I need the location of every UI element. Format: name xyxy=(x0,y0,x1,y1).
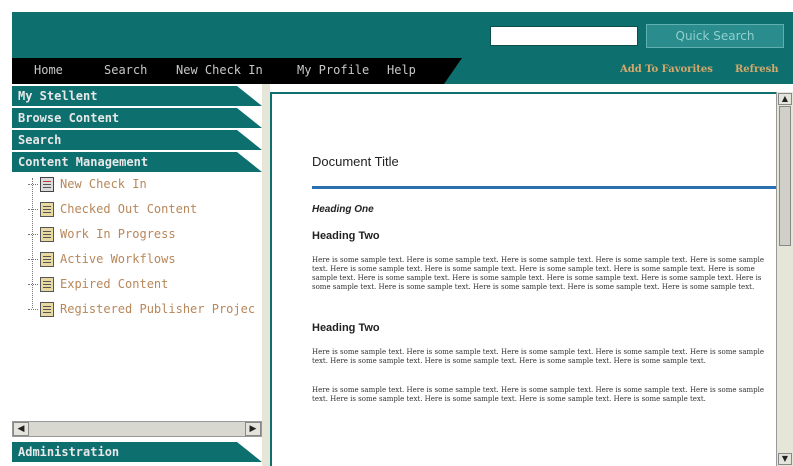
tree-item-label: Checked Out Content xyxy=(60,202,198,216)
document-icon xyxy=(40,301,54,317)
heading-one: Heading One xyxy=(312,204,374,215)
document-icon xyxy=(40,276,54,292)
sidebar-section-administration[interactable]: Administration xyxy=(12,442,262,462)
check-in-icon xyxy=(40,176,54,192)
heading-two: Heading Two xyxy=(312,230,380,242)
nav-help-link[interactable]: Help xyxy=(387,63,416,77)
scrollbar-thumb[interactable] xyxy=(779,106,791,246)
document-icon xyxy=(40,251,54,267)
quick-search-input[interactable] xyxy=(490,26,638,46)
content-management-tree: New Check In Checked Out Content Work In… xyxy=(12,174,262,414)
quick-search-button[interactable]: Quick Search xyxy=(646,24,784,48)
nav-home-link[interactable]: Home xyxy=(34,63,63,77)
tree-item-label: Registered Publisher Projec xyxy=(60,302,256,316)
pane-divider xyxy=(262,84,270,466)
tree-item-registered-publisher-projects[interactable]: Registered Publisher Projec xyxy=(28,299,255,319)
document-title: Document Title xyxy=(312,154,399,169)
sample-paragraph: Here is some sample text. Here is some s… xyxy=(312,256,765,291)
main-navbar: Home Search New Check In My Profile Help… xyxy=(12,58,793,84)
tree-item-new-check-in[interactable]: New Check In xyxy=(28,174,147,194)
scroll-right-icon[interactable]: ▶ xyxy=(245,422,261,436)
document-icon xyxy=(40,226,54,242)
tree-item-label: Expired Content xyxy=(60,277,169,291)
sidebar: My Stellent Browse Content Search Conten… xyxy=(12,84,262,466)
document-icon xyxy=(40,201,54,217)
heading-two: Heading Two xyxy=(312,322,380,334)
content-vertical-scrollbar[interactable]: ▲ ▼ xyxy=(776,92,793,466)
tree-item-checked-out-content[interactable]: Checked Out Content xyxy=(28,199,197,219)
top-banner: Quick Search xyxy=(12,12,793,58)
sidebar-section-content-management[interactable]: Content Management xyxy=(12,152,262,172)
scroll-left-icon[interactable]: ◀ xyxy=(13,422,29,436)
nav-search-link[interactable]: Search xyxy=(104,63,147,77)
document-content-pane: Document Title Heading One Heading Two H… xyxy=(270,92,793,466)
nav-new-check-in-link[interactable]: New Check In xyxy=(176,63,263,77)
nav-my-profile-link[interactable]: My Profile xyxy=(297,63,369,77)
sidebar-horizontal-scrollbar[interactable]: ◀ ▶ xyxy=(12,421,262,437)
tree-item-label: Work In Progress xyxy=(60,227,176,241)
tree-item-active-workflows[interactable]: Active Workflows xyxy=(28,249,176,269)
tree-item-label: New Check In xyxy=(60,177,147,191)
sample-paragraph: Here is some sample text. Here is some s… xyxy=(312,386,765,403)
add-to-favorites-link[interactable]: Add To Favorites xyxy=(620,64,713,75)
refresh-link[interactable]: Refresh xyxy=(735,64,779,75)
sample-paragraph: Here is some sample text. Here is some s… xyxy=(312,348,765,365)
tree-item-work-in-progress[interactable]: Work In Progress xyxy=(28,224,176,244)
tree-item-label: Active Workflows xyxy=(60,252,176,266)
title-rule xyxy=(312,186,780,189)
scroll-up-icon[interactable]: ▲ xyxy=(778,93,792,105)
tree-item-expired-content[interactable]: Expired Content xyxy=(28,274,168,294)
sidebar-section-search[interactable]: Search xyxy=(12,130,262,150)
sidebar-section-browse-content[interactable]: Browse Content xyxy=(12,108,262,128)
sidebar-section-my-stellent[interactable]: My Stellent xyxy=(12,86,262,106)
scroll-down-icon[interactable]: ▼ xyxy=(778,453,792,465)
